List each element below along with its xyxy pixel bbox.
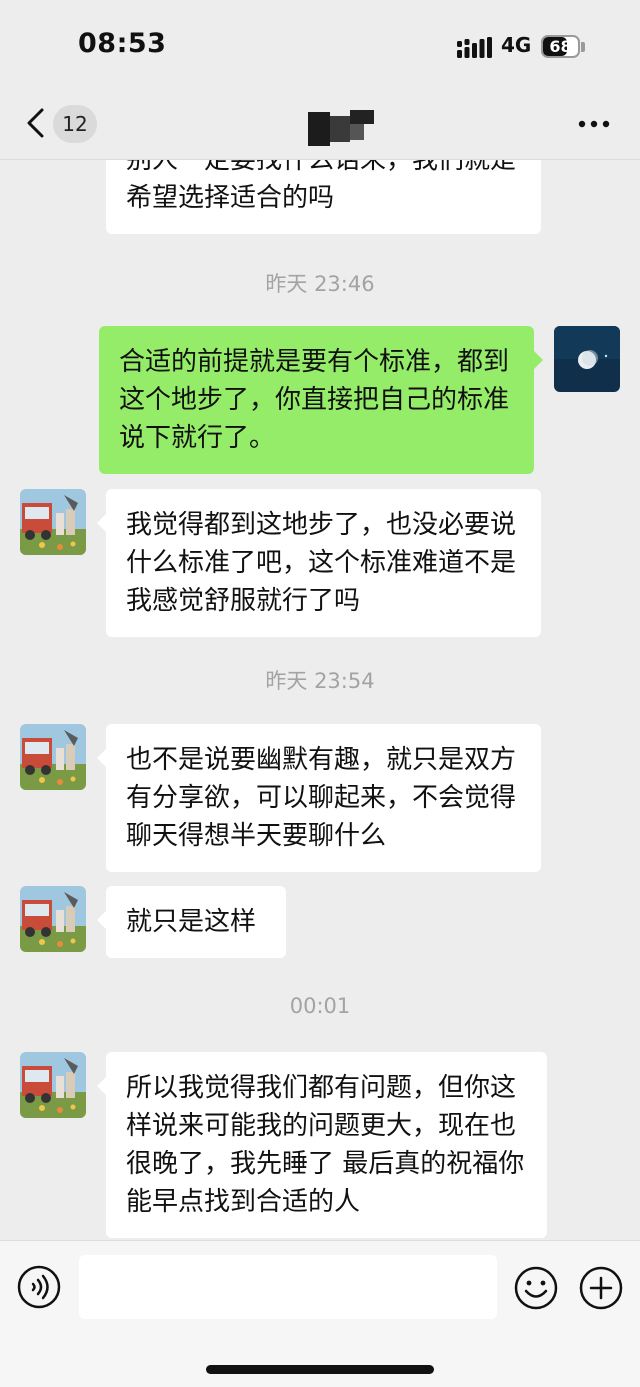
- message-timestamp: 昨天 23:54: [265, 669, 375, 693]
- contact-avatar-image: [20, 724, 86, 790]
- message-text: 也不是说要幽默有趣，就只是双方有分享欲，可以聊起来，不会觉得聊天得想半天要聊什么: [126, 745, 517, 851]
- outgoing-message[interactable]: 合适的前提就是要有个标准，都到这个地步了，你直接把自己的标准说下就行了。: [99, 326, 534, 474]
- signal-icon: [457, 37, 492, 58]
- contact-avatar-image: [20, 886, 86, 952]
- chat-header: 12: [0, 92, 640, 160]
- bubble-tail: [97, 1077, 106, 1095]
- message-text: 所以我觉得我们都有问题，但你这样说来可能我的问题更大，现在也很晚了，我先睡了 最…: [126, 1073, 525, 1217]
- moon-avatar-image: [554, 326, 620, 392]
- contact-avatar[interactable]: [20, 1052, 86, 1118]
- status-bar: 08:53 4G 68: [0, 0, 640, 92]
- battery-cap: [581, 42, 585, 52]
- message-text: 别人一定要找什么话来，我们就是希望选择适合的吗: [126, 160, 517, 213]
- message-input[interactable]: [79, 1255, 497, 1319]
- home-indicator[interactable]: [206, 1365, 434, 1374]
- more-dots-icon[interactable]: [574, 110, 614, 138]
- message-timestamp: 昨天 23:46: [265, 272, 375, 296]
- voice-icon[interactable]: [17, 1265, 61, 1309]
- contact-avatar[interactable]: [20, 489, 86, 555]
- emoji-icon[interactable]: [513, 1265, 559, 1311]
- chat-title-redacted: [308, 110, 374, 146]
- contact-avatar-image: [20, 489, 86, 555]
- bubble-tail: [534, 351, 543, 369]
- bubble-tail: [97, 749, 106, 767]
- chevron-left-icon: [27, 108, 44, 138]
- back-button[interactable]: 12: [20, 102, 100, 146]
- message-timestamp: 00:01: [289, 994, 351, 1018]
- self-avatar[interactable]: [554, 326, 620, 392]
- plus-icon[interactable]: [578, 1265, 624, 1311]
- incoming-message[interactable]: 就只是这样: [106, 886, 286, 958]
- contact-avatar[interactable]: [20, 724, 86, 790]
- unread-count-badge: 12: [53, 105, 97, 143]
- bubble-tail: [97, 514, 106, 532]
- chat-messages[interactable]: 别人一定要找什么话来，我们就是希望选择适合的吗 昨天 23:46 合适的前提就是…: [0, 160, 640, 1240]
- incoming-message[interactable]: 也不是说要幽默有趣，就只是双方有分享欲，可以聊起来，不会觉得聊天得想半天要聊什么: [106, 724, 541, 872]
- incoming-message[interactable]: 我觉得都到这地步了，也没必要说什么标准了吧，这个标准难道不是我感觉舒服就行了吗: [106, 489, 541, 637]
- incoming-message[interactable]: 所以我觉得我们都有问题，但你这样说来可能我的问题更大，现在也很晚了，我先睡了 最…: [106, 1052, 547, 1238]
- message-text: 我觉得都到这地步了，也没必要说什么标准了吧，这个标准难道不是我感觉舒服就行了吗: [126, 510, 517, 616]
- incoming-message[interactable]: 别人一定要找什么话来，我们就是希望选择适合的吗: [106, 160, 541, 234]
- battery-icon: 68: [541, 35, 580, 58]
- contact-avatar-image: [20, 1052, 86, 1118]
- battery-level: 68: [549, 37, 572, 56]
- status-time: 08:53: [78, 28, 167, 59]
- network-type: 4G: [501, 33, 532, 57]
- message-input-bar: [0, 1240, 640, 1387]
- contact-avatar[interactable]: [20, 886, 86, 952]
- message-text: 合适的前提就是要有个标准，都到这个地步了，你直接把自己的标准说下就行了。: [119, 347, 510, 453]
- message-text: 就只是这样: [126, 907, 257, 937]
- bubble-tail: [97, 911, 106, 929]
